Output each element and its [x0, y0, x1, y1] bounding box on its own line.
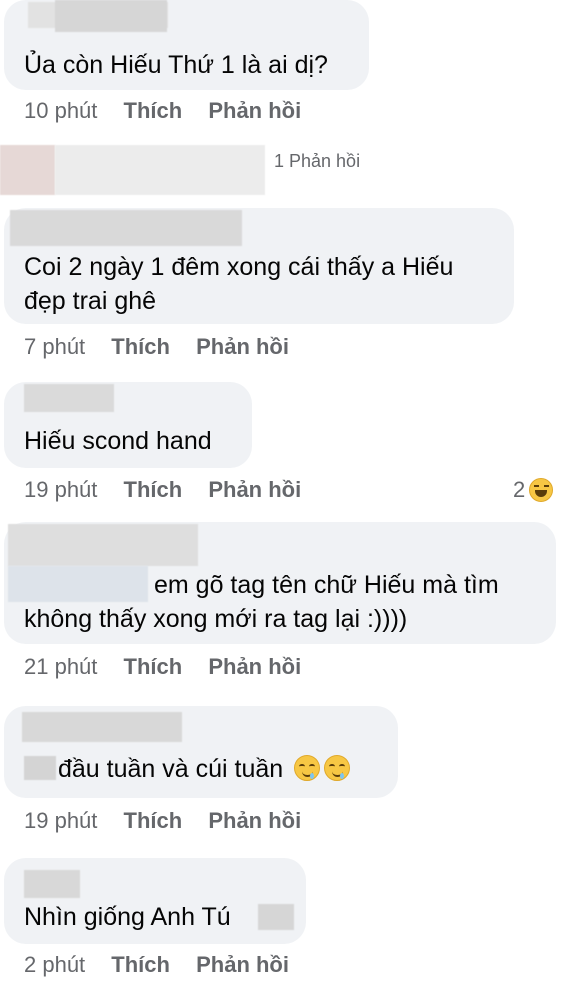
- redacted-author-name: [10, 210, 242, 246]
- comment-meta: 10 phút Thích Phản hồi: [24, 98, 301, 124]
- comment-text: Ủa còn Hiếu Thứ 1 là ai dị?: [24, 51, 328, 79]
- reaction-count: 2: [513, 477, 526, 502]
- view-replies-link[interactable]: 1 Phản hồi: [274, 151, 360, 172]
- drooling-face-icon: [324, 755, 351, 781]
- redacted-author-name: [8, 566, 148, 602]
- reply-button[interactable]: Phản hồi: [196, 952, 289, 977]
- comment-text: Nhìn giống Anh Tú: [24, 903, 231, 931]
- reply-button[interactable]: Phản hồi: [208, 98, 301, 123]
- comment-time: 10 phút: [24, 98, 98, 123]
- like-button[interactable]: Thích: [124, 808, 183, 833]
- comment-text: Coi 2 ngày 1 đêm xong cái thấy a Hiếu: [24, 253, 454, 281]
- comment-time: 7 phút: [24, 334, 86, 359]
- reply-button[interactable]: Phản hồi: [208, 808, 301, 833]
- redacted-author-name: [8, 524, 198, 566]
- comment-time: 19 phút: [24, 477, 98, 502]
- comment-text-content: đầu tuần và cúi tuần: [58, 755, 284, 783]
- comment-text: Hiếu scond hand: [24, 427, 212, 455]
- comment-time: 19 phút: [24, 808, 98, 833]
- comment-text: đẹp trai ghê: [24, 287, 157, 315]
- comment-text: em gõ tag tên chữ Hiếu mà tìm: [154, 571, 499, 599]
- comment-meta: 21 phút Thích Phản hồi: [24, 654, 301, 680]
- drooling-face-icon: [294, 755, 321, 781]
- comment-text: không thấy xong mới ra tag lại :)))): [24, 605, 408, 633]
- comment-meta: 19 phút Thích Phản hồi: [24, 477, 301, 503]
- redacted-text: [258, 904, 294, 930]
- comment-time: 2 phút: [24, 952, 86, 977]
- comment-meta: 2 phút Thích Phản hồi: [24, 952, 289, 978]
- redacted-author-name: [24, 384, 114, 412]
- comment-meta: 7 phút Thích Phản hồi: [24, 334, 289, 360]
- redacted-avatar: [55, 145, 265, 195]
- redacted-text: [24, 756, 56, 780]
- like-button[interactable]: Thích: [111, 334, 170, 359]
- reply-button[interactable]: Phản hồi: [196, 334, 289, 359]
- reply-button[interactable]: Phản hồi: [208, 654, 301, 679]
- comment-time: 21 phút: [24, 654, 98, 679]
- redacted-author-name: [24, 870, 80, 898]
- redacted-author-name: [22, 712, 182, 742]
- like-button[interactable]: Thích: [124, 98, 183, 123]
- redacted-avatar: [0, 145, 55, 195]
- reply-button[interactable]: Phản hồi: [208, 477, 301, 502]
- laughing-emoji-icon: [529, 478, 554, 502]
- like-button[interactable]: Thích: [124, 477, 183, 502]
- redacted-author-name: [55, 0, 167, 32]
- like-button[interactable]: Thích: [124, 654, 183, 679]
- reaction-summary[interactable]: 2: [513, 477, 554, 503]
- comment-meta: 19 phút Thích Phản hồi: [24, 808, 301, 834]
- like-button[interactable]: Thích: [111, 952, 170, 977]
- comment-text: đầu tuần và cúi tuần: [58, 752, 351, 786]
